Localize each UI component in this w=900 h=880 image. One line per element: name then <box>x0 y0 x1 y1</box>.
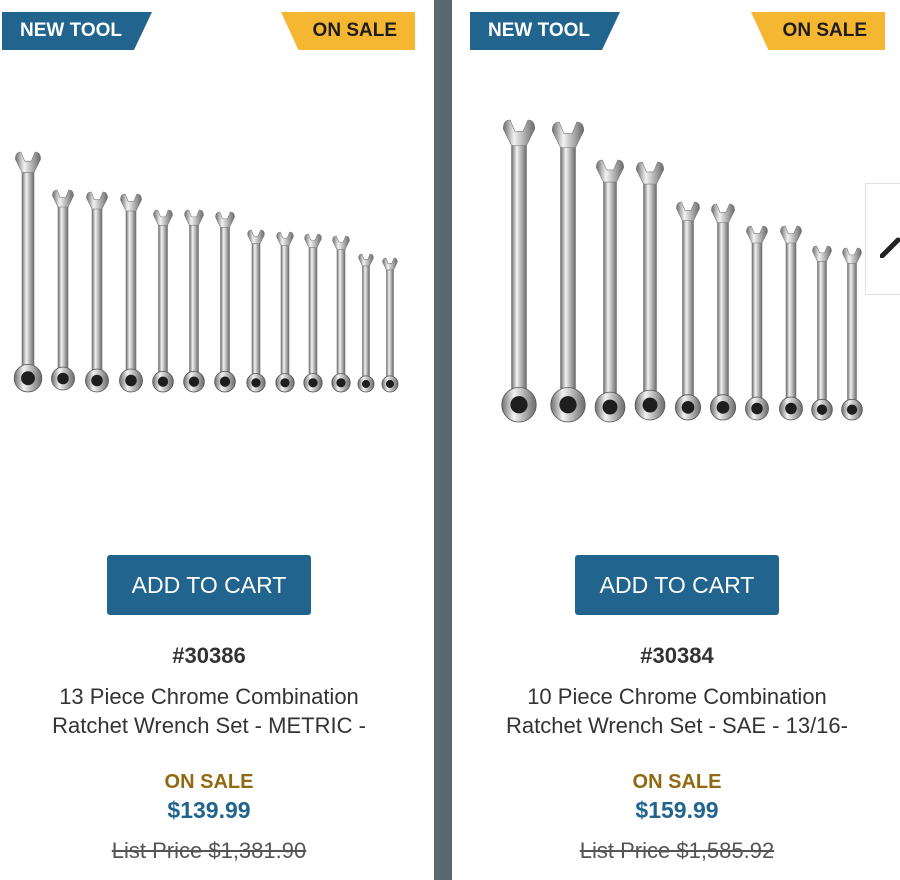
product-card: NEW TOOL ON SALE ADD TO CART #30384 10 P… <box>452 0 900 880</box>
product-title-line: 13 Piece Chrome Combination <box>59 684 359 709</box>
product-image[interactable] <box>0 100 434 420</box>
wrench-icon <box>152 209 174 393</box>
product-title-line: Ratchet Wrench Set - SAE - 13/16- <box>506 713 848 738</box>
on-sale-badge: ON SALE <box>281 12 415 50</box>
add-to-cart-button[interactable]: ADD TO CART <box>107 555 311 615</box>
product-title-line: Ratchet Wrench Set - METRIC - <box>52 713 366 738</box>
wrench-icon <box>331 235 351 393</box>
wrench-icon <box>779 225 803 421</box>
product-title-line: 10 Piece Chrome Combination <box>527 684 827 709</box>
sale-label: ON SALE <box>632 771 722 793</box>
wrench-icon <box>85 191 109 393</box>
product-sku: #30386 <box>172 643 246 668</box>
wrench-icon <box>214 211 236 393</box>
wrench-icon <box>501 119 537 423</box>
wrench-icon <box>841 247 863 421</box>
wrench-icon <box>811 245 833 421</box>
product-image[interactable] <box>452 100 900 440</box>
wrench-icon <box>51 189 75 391</box>
list-price: List Price $1,585.92 <box>579 838 775 863</box>
wrench-icon <box>381 257 399 393</box>
product-sku: #30384 <box>640 643 714 668</box>
wrench-icon <box>709 203 737 421</box>
on-sale-badge: ON SALE <box>751 12 885 50</box>
sale-price: $159.99 <box>635 797 719 823</box>
wrench-icon <box>674 201 702 421</box>
carousel-next-button[interactable] <box>865 183 900 295</box>
list-price: List Price $1,381.90 <box>111 838 307 863</box>
wrench-icon <box>275 231 295 393</box>
product-title-link[interactable]: 13 Piece Chrome Combination Ratchet Wren… <box>0 682 418 740</box>
wrench-icon <box>594 159 626 423</box>
wrench-icon <box>183 209 205 393</box>
card-divider <box>434 0 452 880</box>
new-tool-badge: NEW TOOL <box>2 12 152 50</box>
wrench-icon <box>745 225 769 421</box>
sale-price: $139.99 <box>167 797 251 823</box>
wrench-icon <box>13 151 43 393</box>
wrench-icon <box>119 193 143 393</box>
product-title-link[interactable]: 10 Piece Chrome Combination Ratchet Wren… <box>452 682 900 740</box>
wrench-icon <box>246 229 266 393</box>
wrench-icon <box>303 233 323 393</box>
wrench-icon <box>550 121 586 423</box>
wrench-icon <box>634 161 666 421</box>
chevron-right-icon <box>880 237 900 258</box>
sale-label: ON SALE <box>164 771 254 793</box>
wrench-icon <box>357 253 375 393</box>
add-to-cart-button[interactable]: ADD TO CART <box>575 555 779 615</box>
product-card: NEW TOOL ON SALE ADD TO CART #30386 13 P… <box>0 0 434 880</box>
new-tool-badge: NEW TOOL <box>470 12 620 50</box>
